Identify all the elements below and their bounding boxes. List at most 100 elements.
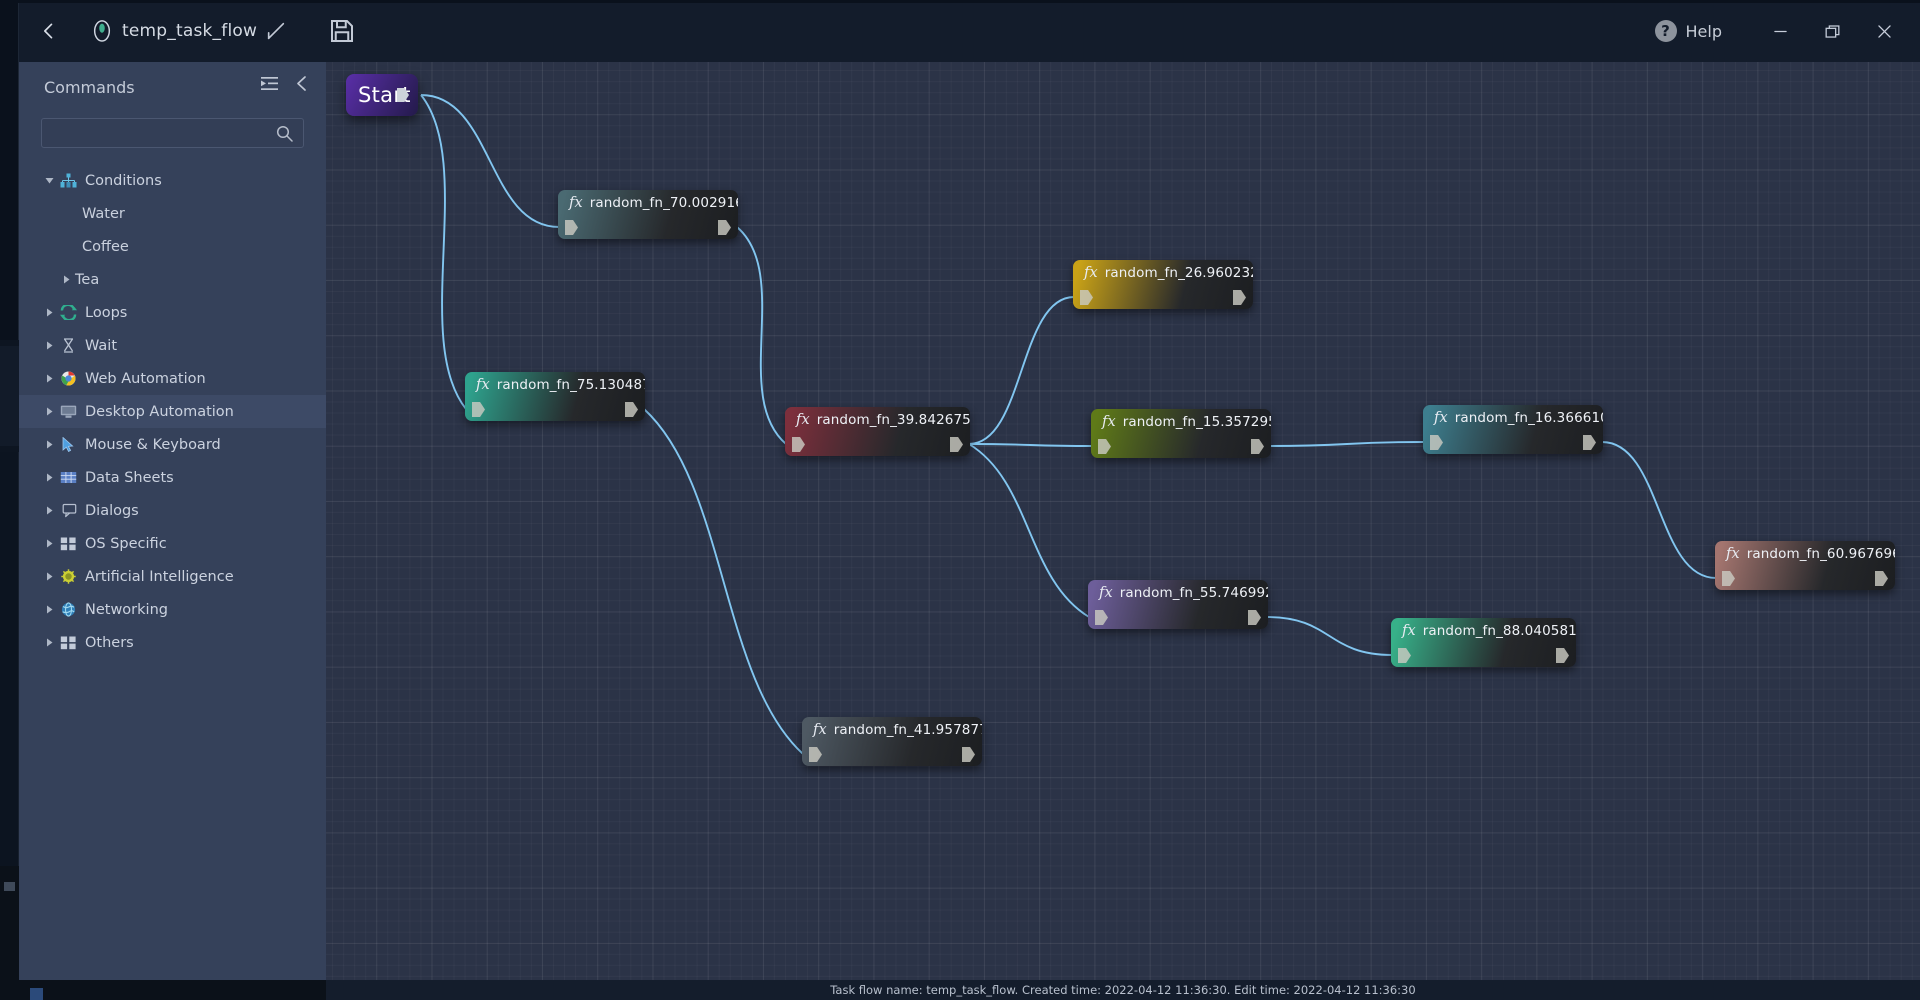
minimize-button[interactable] (1754, 0, 1806, 62)
sidebar-item-mouse-keyboard[interactable]: Mouse & Keyboard (19, 428, 326, 461)
flow-node-input-port[interactable] (1080, 290, 1093, 305)
sidebar-item-twisty[interactable] (41, 572, 58, 581)
flow-edge[interactable] (420, 94, 467, 410)
flow-node[interactable]: fx random_fn_26.960232... (1073, 260, 1253, 309)
flow-node[interactable]: fx random_fn_70.002916... (558, 190, 738, 239)
sidebar-item-twisty[interactable] (41, 407, 58, 416)
sidebar-item-twisty[interactable] (41, 506, 58, 515)
sidebar-collapse-button[interactable] (294, 74, 310, 93)
sidebar-item-twisty[interactable] (41, 308, 58, 317)
sidebar-title: Commands (44, 77, 135, 97)
flow-node-input-port[interactable] (1095, 610, 1108, 625)
flow-edge[interactable] (1266, 616, 1393, 656)
sidebar-item-data-sheets[interactable]: Data Sheets (19, 461, 326, 494)
sidebar-item-twisty[interactable] (41, 341, 58, 350)
sidebar-item-coffee[interactable]: Coffee (19, 230, 326, 263)
flow-node-input-port[interactable] (1098, 439, 1111, 454)
flow-node-output-port[interactable] (1233, 290, 1246, 305)
flow-node-input-port[interactable] (1722, 571, 1735, 586)
flow-node-input-port[interactable] (1430, 435, 1443, 450)
flow-node-label: random_fn_55.746992... (1119, 585, 1268, 601)
flow-node[interactable]: fx random_fn_41.957877... (802, 717, 982, 766)
flow-node-input-port[interactable] (1398, 648, 1411, 663)
flow-file-icon (91, 19, 113, 43)
flow-file-glyph (93, 20, 111, 42)
flow-node-label: random_fn_15.357295... (1122, 414, 1271, 430)
sidebar-item-twisty[interactable] (58, 275, 75, 284)
flow-edge[interactable] (1601, 441, 1717, 579)
cursor-icon (62, 437, 74, 452)
flow-edge[interactable] (968, 296, 1075, 445)
flow-node-output-port[interactable] (962, 747, 975, 762)
back-button[interactable] (29, 11, 69, 51)
flow-edge[interactable] (420, 94, 560, 228)
flow-node-output-port[interactable] (1556, 648, 1569, 663)
flow-canvas[interactable]: Start fx random_fn_70.002916... fx rando… (326, 62, 1920, 980)
sidebar-item-web-automation[interactable]: Web Automation (19, 362, 326, 395)
sidebar-item-desktop-automation[interactable]: Desktop Automation (19, 395, 326, 428)
flow-edge[interactable] (1269, 441, 1425, 447)
flow-node-label: random_fn_16.366610... (1454, 410, 1603, 426)
chevron-right-icon (47, 506, 53, 515)
start-node[interactable]: Start (346, 74, 418, 116)
search-input[interactable] (42, 125, 276, 141)
sidebar-item-twisty[interactable] (41, 176, 58, 185)
flow-node[interactable]: fx random_fn_60.967696... (1715, 541, 1895, 590)
sidebar-item-twisty[interactable] (41, 440, 58, 449)
flow-node[interactable]: fx random_fn_55.746992... (1088, 580, 1268, 629)
sidebar-item-twisty[interactable] (41, 605, 58, 614)
flow-node[interactable]: fx random_fn_16.366610... (1423, 405, 1603, 454)
sidebar-item-water[interactable]: Water (19, 197, 326, 230)
save-button[interactable] (327, 16, 357, 46)
flow-node-output-port[interactable] (950, 437, 963, 452)
flow-node-input-port[interactable] (809, 747, 822, 762)
flow-node-input-port[interactable] (792, 437, 805, 452)
flow-edge[interactable] (736, 226, 787, 445)
flow-node[interactable]: fx random_fn_88.040581... (1391, 618, 1576, 667)
flow-node-input-port[interactable] (565, 220, 578, 235)
flow-node-output-port[interactable] (1248, 610, 1261, 625)
sidebar-item-dialogs[interactable]: Dialogs (19, 494, 326, 527)
flow-edge[interactable] (643, 408, 804, 755)
flow-edge[interactable] (968, 443, 1090, 618)
window-left-edge-rail (0, 0, 19, 1000)
sidebar-item-twisty[interactable] (41, 539, 58, 548)
sidebar-item-twisty[interactable] (41, 374, 58, 383)
flow-node-input-port[interactable] (472, 402, 485, 417)
flow-edge[interactable] (968, 443, 1093, 447)
sidebar-item-loops[interactable]: Loops (19, 296, 326, 329)
grid-table-icon (60, 472, 76, 483)
restore-button[interactable] (1806, 0, 1858, 62)
save-disk-icon (331, 20, 354, 42)
sidebar-item-label: Web Automation (85, 370, 206, 387)
sidebar-item-artificial-intelligence[interactable]: Artificial Intelligence (19, 560, 326, 593)
loops-icon (58, 305, 78, 321)
sidebar-item-tea[interactable]: Tea (19, 263, 326, 296)
flow-node-output-port[interactable] (1251, 439, 1264, 454)
help-button[interactable]: ? Help (1654, 20, 1722, 42)
list-collapse-button[interactable] (261, 76, 278, 91)
sidebar-item-os-specific[interactable]: OS Specific (19, 527, 326, 560)
squares-icon (58, 536, 78, 552)
sidebar-item-twisty[interactable] (41, 473, 58, 482)
flow-node[interactable]: fx random_fn_15.357295... (1091, 409, 1271, 458)
bottom-left-strip (0, 980, 326, 1000)
chevron-right-icon (47, 473, 53, 482)
flow-node-output-port[interactable] (625, 402, 638, 417)
chevron-right-icon (47, 440, 53, 449)
flow-node-output-port[interactable] (1875, 571, 1888, 586)
start-node-output-port[interactable] (397, 88, 409, 102)
sidebar-item-others[interactable]: Others (19, 626, 326, 659)
sidebar-item-twisty[interactable] (41, 638, 58, 647)
flow-node-output-port[interactable] (1583, 435, 1596, 450)
command-search-box[interactable] (41, 118, 304, 148)
flow-node-output-port[interactable] (718, 220, 731, 235)
rename-button[interactable] (265, 20, 287, 42)
sidebar-item-wait[interactable]: Wait (19, 329, 326, 362)
close-button[interactable] (1858, 0, 1910, 62)
flow-node[interactable]: fx random_fn_75.130487... (465, 372, 645, 421)
sidebar-item-networking[interactable]: Networking (19, 593, 326, 626)
monitor-icon (60, 405, 76, 418)
flow-node[interactable]: fx random_fn_39.842675... (785, 407, 970, 456)
sidebar-item-conditions[interactable]: Conditions (19, 164, 326, 197)
